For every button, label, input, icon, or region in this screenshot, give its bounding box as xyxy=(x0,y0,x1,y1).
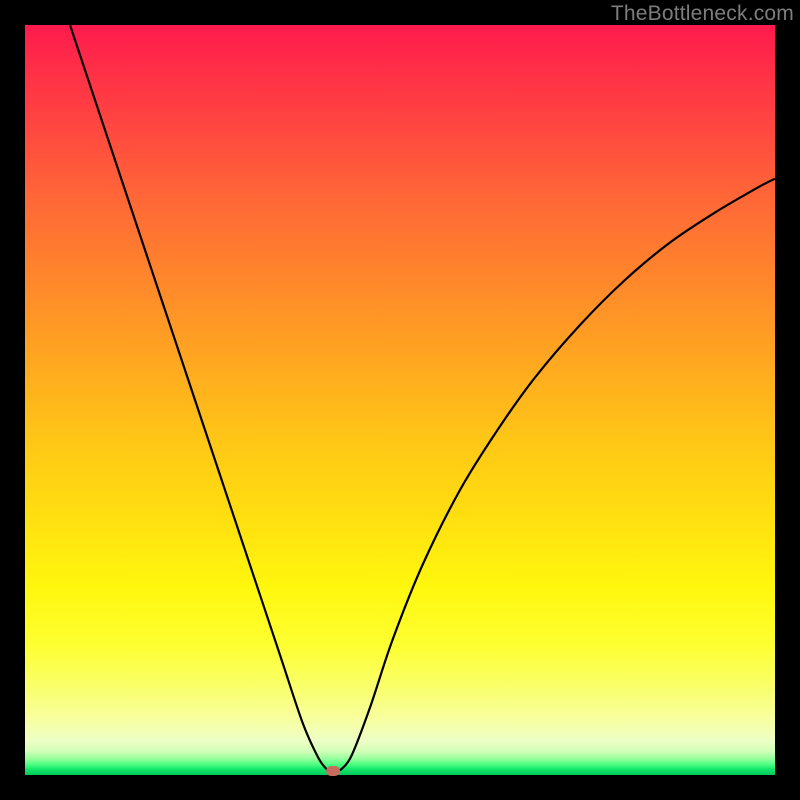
bottleneck-curve xyxy=(25,25,775,775)
curve-right-branch xyxy=(340,179,775,771)
optimal-point-marker xyxy=(326,766,340,776)
watermark-text: TheBottleneck.com xyxy=(611,2,794,26)
curve-left-branch xyxy=(70,25,329,771)
outer-frame: TheBottleneck.com xyxy=(0,0,800,800)
